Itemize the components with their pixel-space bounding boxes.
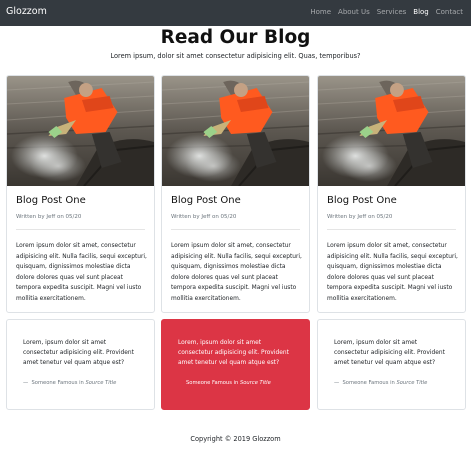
excerpt-line: quisquam, dignissimos molestiae dicta — [16, 264, 131, 270]
excerpt-line: dolore dolores quas vel sunt placeat — [171, 274, 278, 281]
blog-post-title: Blog Post One — [327, 195, 397, 206]
nav-links: Home About Us Services Blog Contact — [310, 8, 463, 16]
attribution-source: Source Title — [239, 380, 271, 386]
testimonial-quote: Lorem, ipsum dolor sit amet consectetur … — [23, 339, 151, 368]
page-title: Read Our Blog — [160, 27, 311, 48]
excerpt-line: mollitia exercitationem. — [171, 295, 241, 302]
blog-post-excerpt: Lorem ipsum dolor sit amet, consectetur … — [171, 241, 305, 304]
excerpt-line: adipisicing elit. Nulla facilis, sequi e… — [327, 253, 458, 260]
nav-link-about-us[interactable]: About Us — [338, 8, 370, 16]
navbar: Glozzom Home About Us Services Blog Cont… — [0, 0, 471, 26]
blog-post-title: Blog Post One — [171, 195, 241, 206]
attribution-source: Source Title — [396, 380, 428, 386]
attribution-dash: — — [23, 380, 29, 386]
excerpt-line: adipisicing elit. Nulla facilis, sequi e… — [16, 253, 147, 260]
excerpt-line: Lorem ipsum dolor sit amet, consectetur — [16, 243, 136, 249]
excerpt-line: tempora expedita suscipit. Magni vel ius… — [16, 285, 142, 291]
testimonial-attribution: — Someone Famous in Source Title — [334, 380, 427, 386]
blog-post-excerpt: Lorem ipsum dolor sit amet, consectetur … — [16, 241, 150, 304]
footer-copyright: Copyright © 2019 Glozzom — [190, 435, 281, 443]
blog-card: Blog Post One Written by Jeff on 05/20 L… — [161, 75, 310, 313]
blog-post-meta: Written by Jeff on 05/20 — [171, 214, 237, 220]
attribution-author: Someone Famous in — [186, 380, 240, 386]
attribution-source: Source Title — [85, 380, 117, 386]
testimonial-card-highlighted: Lorem, ipsum dolor sit amet consectetur … — [161, 319, 310, 410]
testimonial-attribution: Someone Famous in Source Title — [186, 380, 271, 386]
nav-link-contact[interactable]: Contact — [436, 8, 463, 16]
excerpt-line: mollitia exercitationem. — [16, 295, 86, 302]
page-subtitle: Lorem ipsum, dolor sit amet consectetur … — [110, 52, 361, 60]
navbar-brand[interactable]: Glozzom — [6, 6, 47, 17]
attribution-dash: — — [334, 380, 340, 386]
quote-line: Lorem, ipsum dolor sit amet — [178, 340, 262, 346]
testimonial-attribution: — Someone Famous in Source Title — [23, 380, 116, 386]
nav-link-services[interactable]: Services — [377, 8, 407, 16]
quote-line: consectetur adipisicing elit. Provident — [334, 349, 445, 356]
testimonial-card: Lorem, ipsum dolor sit amet consectetur … — [317, 319, 466, 410]
excerpt-line: dolore dolores quas vel sunt placeat — [327, 274, 434, 281]
quote-line: Lorem, ipsum dolor sit amet — [23, 340, 107, 346]
excerpt-line: Lorem ipsum dolor sit amet, consectetur — [327, 243, 447, 249]
blog-post-excerpt: Lorem ipsum dolor sit amet, consectetur … — [327, 241, 461, 304]
excerpt-line: adipisicing elit. Nulla facilis, sequi e… — [171, 253, 302, 260]
quote-line: consectetur adipisicing elit. Provident — [23, 349, 134, 356]
excerpt-line: Lorem ipsum dolor sit amet, consectetur — [171, 243, 291, 249]
card-divider — [171, 229, 300, 230]
blog-post-meta: Written by Jeff on 05/20 — [327, 214, 393, 220]
quote-line: amet tenetur vel quam atque est? — [334, 359, 436, 366]
quote-line: consectetur adipisicing elit. Provident — [178, 349, 289, 356]
excerpt-line: tempora expedita suscipit. Magni vel ius… — [171, 285, 297, 291]
excerpt-line: quisquam, dignissimos molestiae dicta — [171, 264, 286, 270]
attribution-author: Someone Famous in — [342, 380, 397, 386]
nav-link-blog[interactable]: Blog — [413, 8, 428, 16]
blog-post-image — [162, 76, 309, 186]
quote-line: amet tenetur vel quam atque est? — [178, 359, 280, 366]
nav-link-home[interactable]: Home — [310, 8, 331, 16]
excerpt-line: mollitia exercitationem. — [327, 295, 397, 302]
testimonial-quote: Lorem, ipsum dolor sit amet consectetur … — [334, 339, 462, 368]
excerpt-line: tempora expedita suscipit. Magni vel ius… — [327, 285, 453, 291]
excerpt-line: dolore dolores quas vel sunt placeat — [16, 274, 123, 281]
attribution-author: Someone Famous in — [31, 380, 86, 386]
testimonial-quote: Lorem, ipsum dolor sit amet consectetur … — [178, 339, 306, 368]
quote-line: Lorem, ipsum dolor sit amet — [334, 340, 418, 346]
blog-post-title: Blog Post One — [16, 195, 86, 206]
card-divider — [327, 229, 456, 230]
blog-card: Blog Post One Written by Jeff on 05/20 L… — [6, 75, 155, 313]
excerpt-line: quisquam, dignissimos molestiae dicta — [327, 264, 442, 270]
testimonial-card: Lorem, ipsum dolor sit amet consectetur … — [6, 319, 155, 410]
blog-post-meta: Written by Jeff on 05/20 — [16, 214, 82, 220]
quote-line: amet tenetur vel quam atque est? — [23, 359, 125, 366]
card-divider — [16, 229, 145, 230]
blog-card: Blog Post One Written by Jeff on 05/20 L… — [317, 75, 466, 313]
blog-post-image — [318, 76, 465, 186]
blog-post-image — [7, 76, 154, 186]
